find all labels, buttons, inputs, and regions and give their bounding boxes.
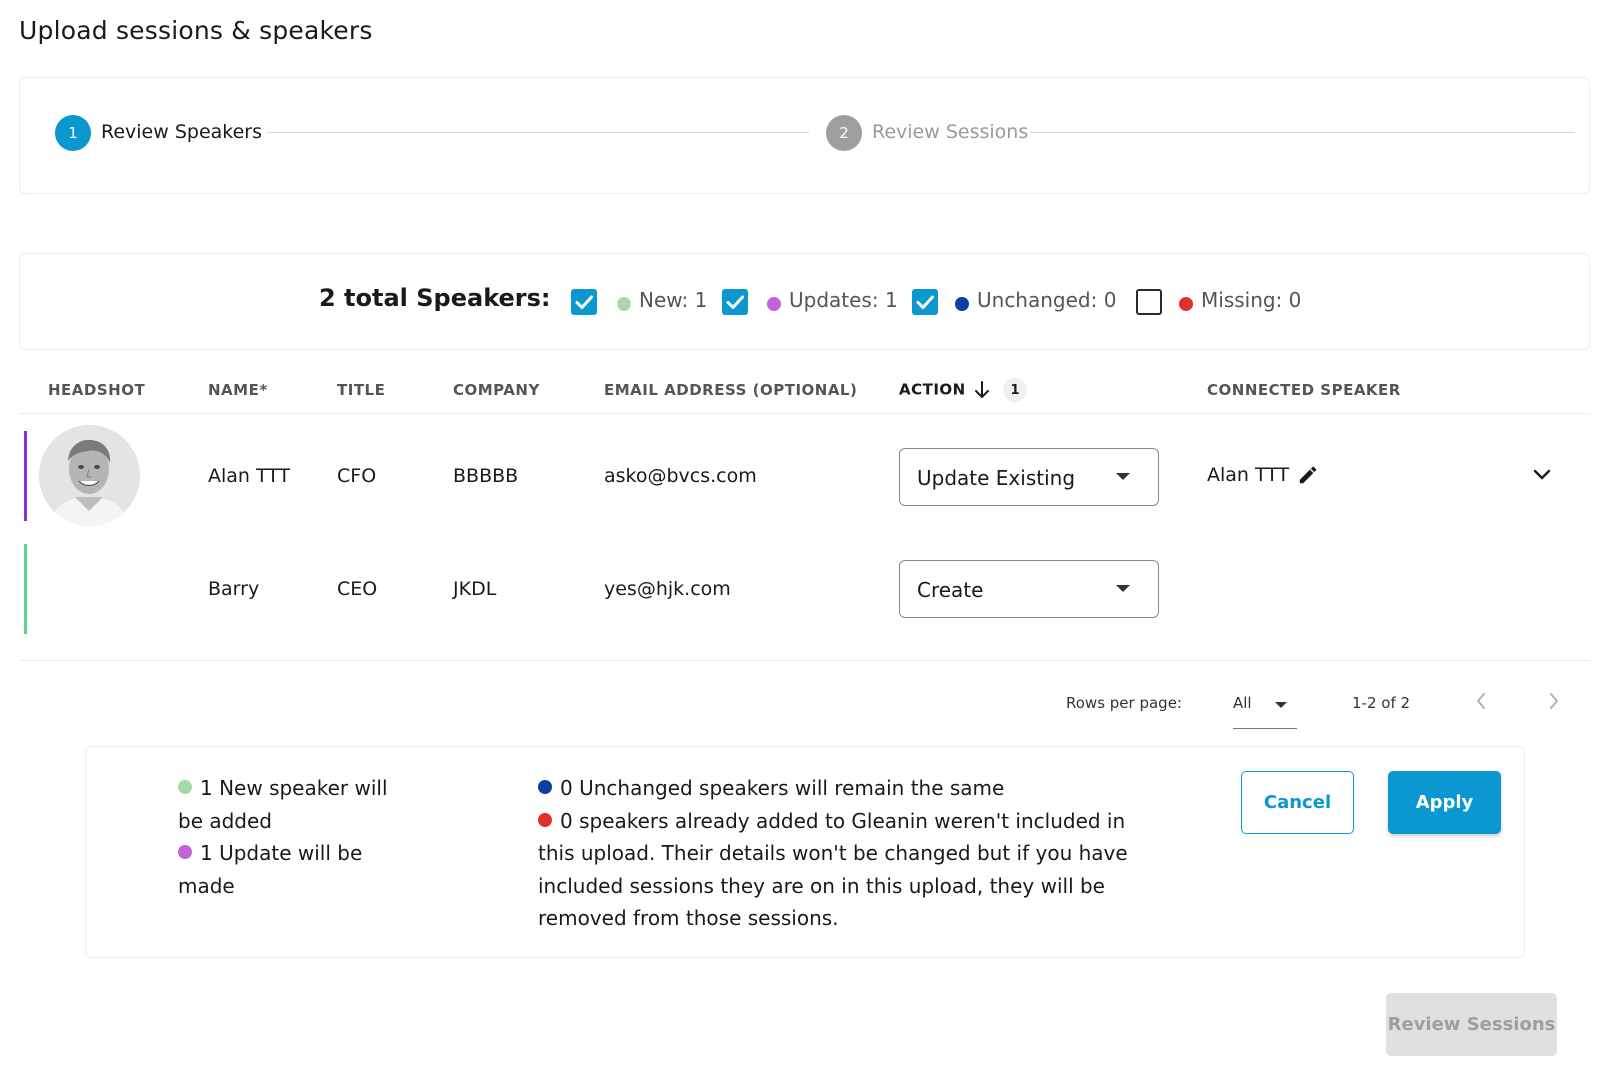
speaker-filter-bar: 2 total Speakers: New: 1 Updates: 1 Unch… <box>19 253 1590 350</box>
new-status-dot <box>178 780 192 794</box>
next-page-button[interactable] <box>1548 692 1560 714</box>
dropdown-arrow-icon <box>1116 473 1130 480</box>
chevron-right-icon <box>1550 693 1558 709</box>
connected-speaker-name: Alan TTT <box>1207 464 1290 486</box>
column-header-title[interactable]: TITLE <box>337 381 385 399</box>
filter-new-label: New: 1 <box>639 288 708 312</box>
filter-new-checkbox[interactable] <box>571 289 597 315</box>
checkmark-icon <box>575 295 593 309</box>
missing-status-dot <box>1179 297 1193 311</box>
action-select-value: Update Existing <box>917 466 1076 490</box>
action-select[interactable]: Create <box>899 560 1159 618</box>
updates-status-dot <box>767 297 781 311</box>
previous-page-button[interactable] <box>1475 692 1487 714</box>
summary-updates-text: 1 Update will be made <box>178 841 363 898</box>
sort-descending-icon[interactable] <box>973 380 991 400</box>
column-header-action-label: ACTION <box>899 380 966 399</box>
summary-missing: 0 speakers already added to Gleanin were… <box>538 805 1143 935</box>
cancel-button[interactable]: Cancel <box>1241 771 1354 834</box>
new-status-dot <box>617 297 631 311</box>
review-sessions-button[interactable]: Review Sessions <box>1386 993 1557 1056</box>
row-status-indicator <box>24 431 27 521</box>
table-footer-divider <box>19 660 1590 661</box>
summary-missing-text: 0 speakers already added to Gleanin were… <box>538 808 1128 931</box>
summary-unchanged-missing: 0 Unchanged speakers will remain the sam… <box>538 772 1143 935</box>
rows-per-page-value: All <box>1233 694 1252 712</box>
speaker-email: asko@bvcs.com <box>604 465 757 487</box>
row-status-indicator <box>24 544 27 634</box>
pagination-range: 1-2 of 2 <box>1352 694 1411 712</box>
unchanged-status-dot <box>538 780 552 794</box>
summary-updates: 1 Update will be made <box>178 837 413 902</box>
action-select-value: Create <box>917 578 984 602</box>
connected-speaker: Alan TTT <box>1207 464 1319 486</box>
action-select[interactable]: Update Existing <box>899 448 1159 506</box>
page-title: Upload sessions & speakers <box>19 16 373 45</box>
headshot-photo <box>39 425 140 526</box>
dropdown-arrow-icon <box>1275 702 1287 708</box>
column-header-headshot: HEADSHOT <box>48 381 146 399</box>
column-header-email[interactable]: EMAIL ADDRESS (OPTIONAL) <box>604 381 857 399</box>
summary-new-updates: 1 New speaker will be added 1 Update wil… <box>178 772 413 902</box>
column-header-company[interactable]: COMPANY <box>453 381 540 399</box>
checkmark-icon <box>916 295 934 309</box>
unchanged-status-dot <box>955 297 969 311</box>
filter-updates-label: Updates: 1 <box>789 288 898 312</box>
checkmark-icon <box>726 295 744 309</box>
filter-updates-checkbox[interactable] <box>722 289 748 315</box>
speaker-email: yes@hjk.com <box>604 578 731 600</box>
column-header-connected-speaker: CONNECTED SPEAKER <box>1207 381 1401 399</box>
edit-pencil-icon[interactable] <box>1297 464 1319 486</box>
speaker-company: JKDL <box>453 578 497 600</box>
speaker-name: Barry <box>208 578 260 600</box>
column-header-name[interactable]: NAME* <box>208 381 268 399</box>
speaker-name: Alan TTT <box>208 465 291 487</box>
chevron-down-icon <box>1533 469 1551 480</box>
filter-unchanged-checkbox[interactable] <box>912 289 938 315</box>
step-1-label[interactable]: Review Speakers <box>101 118 262 146</box>
filter-missing-label: Missing: 0 <box>1201 288 1302 312</box>
filter-unchanged-label: Unchanged: 0 <box>977 288 1117 312</box>
step-connector <box>267 132 809 133</box>
dropdown-arrow-icon <box>1116 585 1130 592</box>
summary-new-text: 1 New speaker will be added <box>178 776 388 833</box>
filter-missing-checkbox[interactable] <box>1136 289 1162 315</box>
speaker-company: BBBBB <box>453 465 519 487</box>
updates-status-dot <box>178 845 192 859</box>
table-header-divider <box>19 413 1590 414</box>
summary-unchanged: 0 Unchanged speakers will remain the sam… <box>538 772 1143 805</box>
sort-order-badge: 1 <box>1003 378 1028 402</box>
step-connector <box>1030 132 1575 133</box>
step-2-label[interactable]: Review Sessions <box>872 118 1028 146</box>
apply-button[interactable]: Apply <box>1388 771 1501 834</box>
rows-per-page-label: Rows per page: <box>1066 694 1182 712</box>
avatar <box>39 425 140 526</box>
summary-new: 1 New speaker will be added <box>178 772 413 837</box>
total-speakers-label: 2 total Speakers: <box>319 284 551 312</box>
step-2-number[interactable]: 2 <box>826 115 862 151</box>
chevron-left-icon <box>1477 693 1485 709</box>
step-1-number[interactable]: 1 <box>55 115 91 151</box>
speaker-title: CEO <box>337 578 378 600</box>
stepper: 1 Review Speakers 2 Review Sessions <box>19 77 1590 194</box>
missing-status-dot <box>538 812 552 827</box>
speaker-title: CFO <box>337 465 377 487</box>
summary-unchanged-text: 0 Unchanged speakers will remain the sam… <box>560 776 1005 800</box>
expand-row-button[interactable] <box>1532 466 1552 485</box>
column-header-action[interactable]: ACTION 1 <box>899 378 1028 402</box>
rows-per-page-select[interactable]: All <box>1233 686 1297 729</box>
